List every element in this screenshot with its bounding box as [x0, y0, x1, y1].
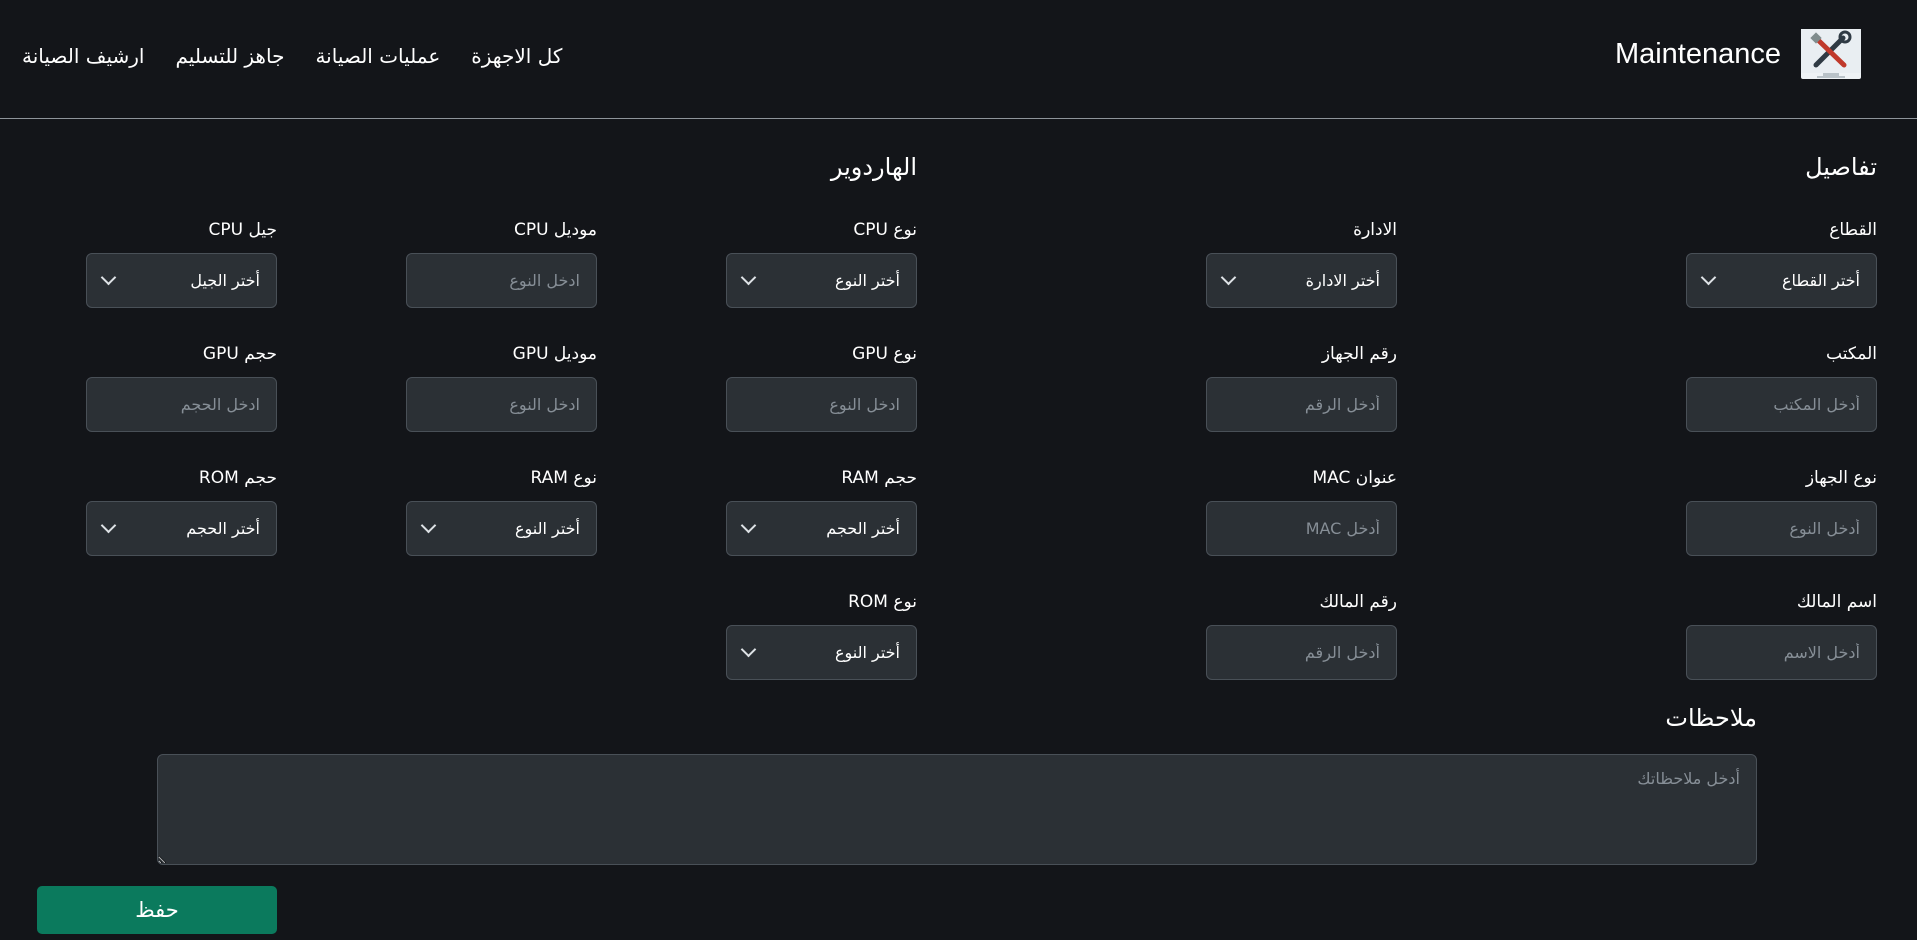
sector-select-value: أختر القطاع [1781, 271, 1860, 290]
cpu-gen-select-value: أختر الجيل [190, 271, 260, 290]
gpu-size-label: حجم GPU [202, 344, 277, 364]
rom-type-select-value: أختر النوع [834, 643, 900, 662]
gpu-size-input[interactable] [86, 377, 277, 432]
brand[interactable]: Maintenance [1615, 29, 1861, 79]
chevron-down-icon [1700, 269, 1717, 286]
owner-number-label: رقم المالك [1319, 592, 1397, 612]
owner-number-input[interactable] [1206, 625, 1397, 680]
cpu-gen-label: جيل CPU [208, 220, 278, 240]
cpu-gen-select[interactable]: أختر الجيل [86, 253, 277, 308]
ram-type-label: نوع RAM [530, 468, 597, 488]
device-type-input[interactable] [1686, 501, 1877, 556]
mac-address-label: عنوان MAC [1312, 468, 1397, 488]
brand-title: Maintenance [1614, 37, 1781, 70]
chevron-down-icon [740, 641, 757, 658]
ram-type-select[interactable]: أختر النوع [406, 501, 597, 556]
nav-link-maintenance-archive[interactable]: ارشيف الصيانة [22, 44, 144, 68]
mac-address-input[interactable] [1206, 501, 1397, 556]
ram-size-select-value: أختر الحجم [826, 519, 900, 538]
cpu-type-label: نوع CPU [853, 220, 917, 240]
sector-select[interactable]: أختر القطاع [1686, 253, 1877, 308]
office-label: المكتب [1826, 344, 1877, 364]
chevron-down-icon [1220, 269, 1237, 286]
owner-name-label: اسم المالك [1796, 592, 1877, 612]
rom-type-label: نوع ROM [848, 592, 917, 612]
navbar: Maintenance ارشيف الصيانة جاهز للتسليم ع… [0, 0, 1917, 119]
cpu-model-input[interactable] [406, 253, 597, 308]
chevron-down-icon [420, 517, 437, 534]
notes-title: ملاحظات [1665, 704, 1757, 732]
nav-links: ارشيف الصيانة جاهز للتسليم عمليات الصيان… [22, 44, 562, 68]
nav-link-maintenance-operations[interactable]: عمليات الصيانة [315, 44, 440, 68]
department-label: الادارة [1353, 220, 1397, 240]
hardware-title: الهاردوير [830, 153, 917, 181]
chevron-down-icon [740, 517, 757, 534]
save-button[interactable]: حفظ [37, 886, 277, 934]
owner-name-input[interactable] [1686, 625, 1877, 680]
notes-textarea[interactable] [157, 754, 1757, 865]
cpu-model-label: موديل CPU [513, 220, 597, 240]
nav-link-all-devices[interactable]: كل الاجهزة [471, 44, 562, 68]
nav-link-ready-for-delivery[interactable]: جاهز للتسليم [175, 44, 284, 68]
ram-size-select[interactable]: أختر الحجم [726, 501, 917, 556]
rom-size-select[interactable]: أختر الحجم [86, 501, 277, 556]
gpu-type-input[interactable] [726, 377, 917, 432]
department-select[interactable]: أختر الادارة [1206, 253, 1397, 308]
device-number-input[interactable] [1206, 377, 1397, 432]
ram-type-select-value: أختر النوع [514, 519, 580, 538]
cpu-type-select-value: أختر النوع [834, 271, 900, 290]
gpu-model-input[interactable] [406, 377, 597, 432]
ram-size-label: حجم RAM [841, 468, 917, 488]
rom-type-select[interactable]: أختر النوع [726, 625, 917, 680]
chevron-down-icon [100, 269, 117, 286]
rom-size-select-value: أختر الحجم [186, 519, 260, 538]
department-select-value: أختر الادارة [1305, 271, 1380, 290]
chevron-down-icon [100, 517, 117, 534]
tools-icon [1801, 29, 1861, 79]
details-title: تفاصيل [1805, 153, 1877, 181]
office-input[interactable] [1686, 377, 1877, 432]
rom-size-label: حجم ROM [198, 468, 277, 488]
gpu-model-label: موديل GPU [512, 344, 597, 364]
chevron-down-icon [740, 269, 757, 286]
gpu-type-label: نوع GPU [852, 344, 917, 364]
sector-label: القطاع [1829, 220, 1877, 240]
device-number-label: رقم الجهاز [1321, 344, 1397, 364]
cpu-type-select[interactable]: أختر النوع [726, 253, 917, 308]
device-type-label: نوع الجهاز [1805, 468, 1877, 488]
